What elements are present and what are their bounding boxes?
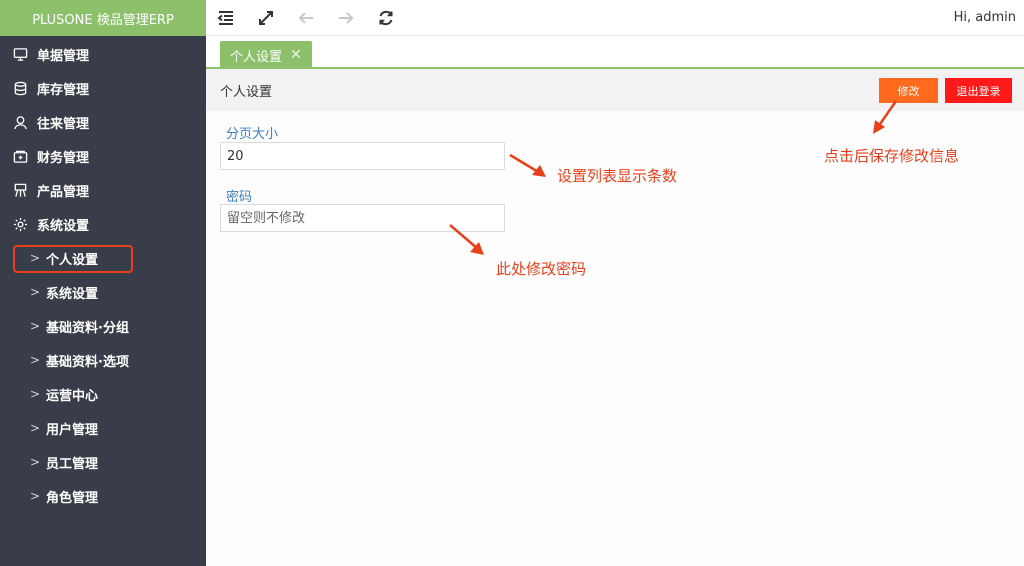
refresh-icon[interactable] [366, 0, 406, 36]
password-label: 密码 [226, 190, 253, 205]
tab-personal-settings[interactable]: 个人设置 ✕ [220, 41, 312, 69]
sidebar-item-contacts[interactable]: 往来管理 [0, 105, 206, 139]
chevron-right-icon: > [30, 421, 41, 435]
page-size-annotation: 设置列表显示条数 [557, 167, 678, 185]
sidebar-item-label: 系统设置 [37, 218, 90, 234]
sidebar-subitem-label: 基础资料·分组 [46, 320, 129, 336]
user-icon [12, 114, 28, 130]
menu-fold-icon[interactable] [206, 0, 246, 36]
tab-bar: 个人设置 ✕ [206, 36, 1024, 69]
sidebar-item-documents[interactable]: 单据管理 [0, 37, 206, 71]
sidebar-item-label: 库存管理 [37, 82, 90, 98]
back-arrow-icon[interactable] [286, 0, 326, 36]
chevron-right-icon: > [30, 319, 41, 333]
brand-logo[interactable]: PLUSONE 検品管理ERP [0, 0, 206, 36]
database-icon [12, 80, 28, 96]
sidebar-subitem-employees[interactable]: > 员工管理 [0, 445, 206, 479]
tab-label: 个人设置 [230, 49, 283, 65]
page-title: 个人设置 [220, 84, 273, 100]
sidebar-item-label: 产品管理 [37, 184, 90, 200]
sidebar-subitem-system-settings[interactable]: > 系统设置 [0, 275, 206, 309]
chevron-right-icon: > [30, 387, 41, 401]
wallet-icon [12, 148, 28, 164]
annotation-arrow-icon [873, 100, 898, 134]
sidebar-item-label: 往来管理 [37, 116, 90, 132]
chevron-right-icon: > [30, 489, 41, 503]
monitor-icon [12, 46, 28, 62]
sidebar: PLUSONE 検品管理ERP 单据管理 库存管理 往来管理 财务管理 产品管理… [0, 0, 206, 566]
sidebar-subitem-label: 员工管理 [46, 456, 99, 472]
sidebar-item-label: 财务管理 [37, 150, 90, 166]
sidebar-subitem-label: 角色管理 [46, 490, 99, 506]
sidebar-subitem-label: 个人设置 [46, 252, 99, 268]
page-size-label: 分页大小 [226, 127, 279, 142]
annotation-arrow-icon [509, 153, 546, 177]
main-content: 个人设置 修改 退出登录 分页大小 密码 设置列表显示条数 此处修改密码 点击后… [206, 69, 1024, 566]
sidebar-item-settings[interactable]: 系统设置 [0, 207, 206, 241]
sidebar-subitem-roles[interactable]: > 角色管理 [0, 479, 206, 513]
save-annotation: 点击后保存修改信息 [824, 147, 960, 165]
chevron-right-icon: > [30, 285, 41, 299]
sidebar-subitem-personal-settings[interactable]: > 个人设置 [0, 241, 206, 275]
logout-button[interactable]: 退出登录 [945, 78, 1012, 103]
sidebar-subitem-label: 用户管理 [46, 422, 99, 438]
page-size-input[interactable] [220, 142, 505, 170]
annotation-arrow-icon [449, 224, 484, 255]
sidebar-item-label: 单据管理 [37, 48, 90, 64]
password-annotation: 此处修改密码 [496, 260, 587, 278]
top-toolbar: Hi, admin [206, 0, 1024, 36]
sidebar-subitem-label: 基础资料·选项 [46, 354, 129, 370]
chevron-right-icon: > [30, 455, 41, 469]
user-greeting[interactable]: Hi, admin [954, 0, 1016, 36]
sidebar-subitem-users[interactable]: > 用户管理 [0, 411, 206, 445]
forward-arrow-icon[interactable] [326, 0, 366, 36]
sidebar-menu: 单据管理 库存管理 往来管理 财务管理 产品管理 系统设置 > 个人设置 > 系 [0, 36, 206, 513]
fullscreen-icon[interactable] [246, 0, 286, 36]
sidebar-item-products[interactable]: 产品管理 [0, 173, 206, 207]
sidebar-item-finance[interactable]: 财务管理 [0, 139, 206, 173]
sidebar-subitem-label: 运营中心 [46, 388, 99, 404]
close-icon[interactable]: ✕ [290, 47, 302, 63]
gear-icon [12, 216, 28, 232]
sidebar-subitem-label: 系统设置 [46, 286, 99, 302]
sidebar-subitem-operations[interactable]: > 运营中心 [0, 377, 206, 411]
sidebar-subitem-basic-groups[interactable]: > 基础资料·分组 [0, 309, 206, 343]
chevron-right-icon: > [30, 353, 41, 367]
sidebar-subitem-basic-options[interactable]: > 基础资料·选项 [0, 343, 206, 377]
sidebar-item-inventory[interactable]: 库存管理 [0, 71, 206, 105]
product-icon [12, 182, 28, 198]
chevron-right-icon: > [30, 251, 41, 265]
